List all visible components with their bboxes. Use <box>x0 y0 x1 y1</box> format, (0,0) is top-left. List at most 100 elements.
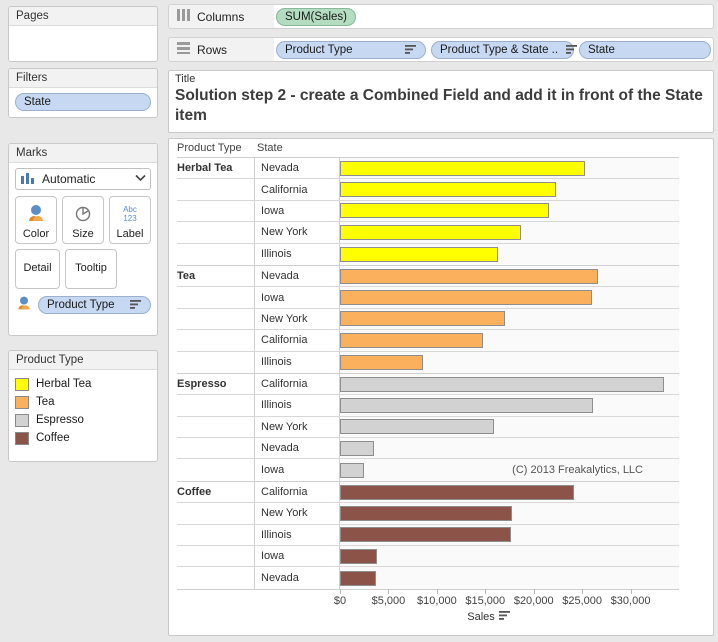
table-row[interactable]: Illinois <box>177 524 679 547</box>
mark-type-dropdown[interactable]: Automatic <box>15 168 151 190</box>
table-row[interactable]: California <box>177 373 679 396</box>
table-row[interactable]: Nevada <box>177 158 679 180</box>
pages-card-body[interactable] <box>9 26 157 37</box>
filter-pill-state[interactable]: State <box>15 93 151 111</box>
detail-button[interactable]: Detail <box>15 249 60 289</box>
bar-mark[interactable] <box>340 376 665 392</box>
rows-drop-zone[interactable]: Product Type Product Type & State .. Sta… <box>274 38 713 61</box>
table-row[interactable]: New York <box>177 503 679 525</box>
bar-mark[interactable] <box>340 311 505 327</box>
table-row[interactable]: Illinois <box>177 243 679 265</box>
mark-encoding-buttons-row2: Detail Tooltip <box>15 249 151 289</box>
table-row[interactable]: Nevada <box>177 438 679 460</box>
bar-mark[interactable] <box>340 419 494 435</box>
cell-state[interactable]: New York <box>255 222 340 243</box>
cell-bar <box>340 287 679 308</box>
color-button[interactable]: Color <box>15 196 57 244</box>
cell-state[interactable]: California <box>255 179 340 200</box>
cell-state[interactable]: Illinois <box>255 524 340 546</box>
mark-assignment-row: Product Type <box>15 295 151 314</box>
label-button[interactable]: Abc 123 Label <box>109 196 151 244</box>
bar-mark[interactable] <box>340 224 522 240</box>
cell-state[interactable]: California <box>255 330 340 351</box>
axis-tick-label: $20,000 <box>513 594 554 607</box>
cell-product-type <box>177 524 255 546</box>
sort-icon[interactable] <box>558 45 578 54</box>
cell-state[interactable]: California <box>255 373 340 395</box>
cell-state[interactable]: Nevada <box>255 567 340 589</box>
cell-state[interactable]: Iowa <box>255 459 340 481</box>
rows-shelf[interactable]: Rows Product Type Product Type & State .… <box>168 37 714 62</box>
cell-state[interactable]: New York <box>255 308 340 330</box>
legend-item[interactable]: Tea <box>15 393 151 411</box>
cell-state[interactable]: Illinois <box>255 351 340 373</box>
table-row[interactable]: Nevada <box>177 567 679 589</box>
legend-item[interactable]: Espresso <box>15 411 151 429</box>
table-row[interactable]: New York <box>177 416 679 439</box>
legend-swatch-tea <box>15 395 29 409</box>
columns-pill-sum-sales[interactable]: SUM(Sales) <box>276 7 356 26</box>
bar-mark[interactable] <box>340 548 377 564</box>
cell-bar <box>340 524 679 546</box>
columns-drop-zone[interactable]: SUM(Sales) <box>274 5 713 28</box>
cell-product-type <box>177 330 255 351</box>
table-row[interactable]: Iowa <box>177 200 679 223</box>
sort-icon[interactable] <box>498 610 511 623</box>
table-row[interactable]: Illinois <box>177 395 679 417</box>
cell-state[interactable]: California <box>255 481 340 503</box>
table-row[interactable]: California <box>177 481 679 504</box>
cell-state[interactable]: Iowa <box>255 546 340 567</box>
cell-state[interactable]: Nevada <box>255 438 340 459</box>
marks-pill-product-type[interactable]: Product Type <box>38 295 151 314</box>
bar-mark[interactable] <box>340 354 424 370</box>
bar-mark[interactable] <box>340 484 575 500</box>
bar-mark[interactable] <box>340 246 498 262</box>
bar-mark[interactable] <box>340 332 484 348</box>
sort-icon[interactable] <box>122 300 142 309</box>
bar-mark[interactable] <box>340 570 376 586</box>
cell-state[interactable]: Iowa <box>255 287 340 308</box>
rows-pill-state[interactable]: State <box>579 40 711 59</box>
table-row[interactable]: New York <box>177 308 679 331</box>
columns-shelf[interactable]: Columns SUM(Sales) <box>168 4 714 29</box>
table-row[interactable]: New York <box>177 222 679 244</box>
bar-mark[interactable] <box>340 527 512 543</box>
bar-mark[interactable] <box>340 268 598 284</box>
bar-mark[interactable] <box>340 290 592 306</box>
bar-mark[interactable] <box>340 462 365 478</box>
label-icon: Abc 123 <box>117 197 143 228</box>
rows-pill-product-type[interactable]: Product Type <box>276 40 426 59</box>
bar-mark[interactable] <box>340 397 593 413</box>
table-row[interactable]: Iowa <box>177 546 679 568</box>
table-row[interactable]: California <box>177 179 679 201</box>
table-row[interactable]: Illinois <box>177 351 679 373</box>
table-row[interactable]: Iowa (C) 2013 Freakalytics, LLC <box>177 459 679 481</box>
filters-card-body[interactable]: State <box>9 88 157 117</box>
table-row[interactable]: California <box>177 330 679 352</box>
cell-state[interactable]: Nevada <box>255 265 340 287</box>
bar-mark[interactable] <box>340 160 586 176</box>
bar-mark[interactable] <box>340 203 550 219</box>
cell-state[interactable]: Illinois <box>255 395 340 416</box>
cell-bar <box>340 243 679 265</box>
cell-state[interactable]: Illinois <box>255 243 340 265</box>
cell-state[interactable]: Iowa <box>255 200 340 222</box>
bar-mark[interactable] <box>340 182 556 198</box>
legend-item[interactable]: Coffee <box>15 429 151 447</box>
cell-state[interactable]: New York <box>255 503 340 524</box>
legend-item[interactable]: Herbal Tea <box>15 375 151 393</box>
size-button[interactable]: Size <box>62 196 104 244</box>
chevron-down-icon[interactable] <box>135 173 146 185</box>
pages-card: Pages <box>8 6 158 62</box>
axis-title[interactable]: Sales <box>467 610 511 623</box>
rows-pill-combined-field[interactable]: Product Type & State .. <box>431 40 578 59</box>
cell-state[interactable]: New York <box>255 416 340 438</box>
title-band[interactable]: Title Solution step 2 - create a Combine… <box>168 70 714 133</box>
cell-state[interactable]: Nevada <box>255 158 340 179</box>
table-row[interactable]: Nevada <box>177 265 679 288</box>
bar-mark[interactable] <box>340 505 513 521</box>
tooltip-button[interactable]: Tooltip <box>65 249 117 289</box>
table-row[interactable]: Iowa <box>177 287 679 309</box>
sort-icon[interactable] <box>397 45 417 54</box>
bar-mark[interactable] <box>340 440 374 456</box>
